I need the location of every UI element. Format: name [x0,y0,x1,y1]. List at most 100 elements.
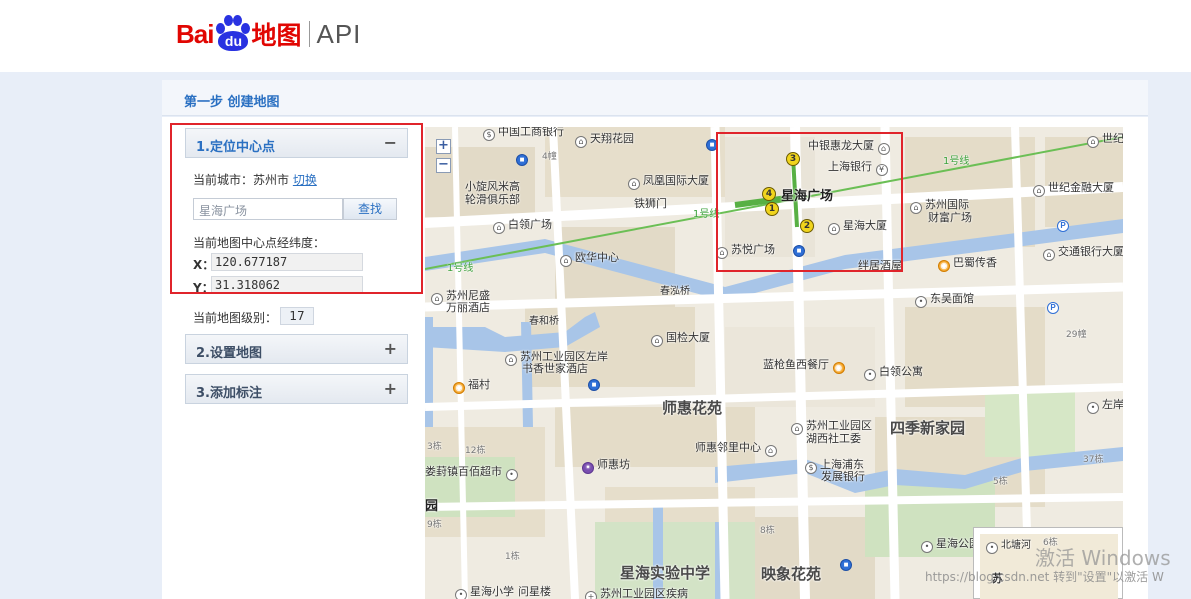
map-label[interactable]: ⌂ 白领广场 [493,216,552,234]
windows-activation-watermark: 激活 Windows [1035,546,1171,570]
map-label-school: 星海实验中学 [620,564,711,582]
map-label[interactable]: ⌂ 世纪金融大厦 [1033,179,1114,197]
map-label[interactable]: ⌂ 欧华中心 [560,249,619,267]
baidu-map-logo[interactable]: Bai du 地图 API [176,8,361,60]
map-label[interactable]: • 星海公园 [921,535,980,553]
metro-line-label: 1号线 [447,263,474,274]
building-icon: ⌂ [560,255,572,267]
collapse-icon[interactable]: − [384,133,397,152]
map-label: 万丽酒店 [446,301,490,314]
map-canvas[interactable]: + − 3 4 1 2 $ 中国工商银行 ⌂ 天翔花园 中银惠龙大厦 ⌂ ⌂ 世纪 4… [425,127,1123,599]
zoom-in-button[interactable]: + [436,139,451,154]
bank-icon: ¥ [875,164,888,176]
map-label[interactable]: ◉ 巴蜀传香 [938,254,997,272]
step-bar: 第一步 创建地图 [162,80,1148,116]
map-label[interactable]: ⌂ 天翔花园 [575,130,634,148]
logo-api-text: API [316,18,362,49]
map-label: 1栋 [505,552,520,562]
road-label: 春和桥 [529,316,559,327]
map-label: 园 [425,499,439,514]
building-icon: ⌂ [628,178,640,190]
current-city-label: 当前城市：苏州市 [193,173,290,187]
bus-stop-icon[interactable]: ■ [706,139,718,151]
map-label[interactable]: • 师惠坊 [582,456,630,474]
parking-icon[interactable]: P [1047,302,1059,314]
metro-line-label: 1号线 [943,156,970,167]
building-icon: ⌂ [1087,136,1099,148]
hospital-icon: + [585,591,597,599]
map-label-district: 映象花苑 [761,565,822,583]
place-icon: • [921,541,933,553]
building-icon: ⌂ [431,293,443,305]
switch-city-link[interactable]: 切换 [293,173,317,187]
map-label[interactable]: • 东吴面馆 [915,290,974,308]
expand-icon[interactable]: + [384,339,397,358]
map-label[interactable]: 蓝枪鱼西餐厅 ◉ [763,356,848,374]
header: Bai du 地图 API [0,0,1191,72]
paw-icon: du [214,14,251,54]
latitude-field[interactable]: 31.318062 [211,276,363,294]
bus-stop-icon[interactable]: ■ [588,379,600,391]
expand-icon[interactable]: + [384,379,397,398]
metro-station-1[interactable]: 1 [765,202,779,216]
map-label[interactable]: ⌂ 交通银行大厦 [1043,243,1123,261]
place-icon: • [1087,402,1099,414]
parking-icon[interactable]: P [1057,220,1069,232]
map-label: 轮滑俱乐部 [465,193,520,206]
map-label[interactable]: ⌂ 世纪 [1087,130,1123,148]
map-label[interactable]: ⌂ 国检大厦 [651,329,710,347]
map-label: 5栋 [993,477,1008,487]
map-label[interactable]: • 星海小学 [455,583,514,599]
map-label[interactable]: • 白领公寓 [864,363,923,381]
search-input[interactable]: 星海广场 [193,198,343,220]
section-set-map-title: 2.设置地图 [196,346,262,361]
zoom-out-button[interactable]: − [436,158,451,173]
overview-label: • 北塘河 [986,536,1031,554]
section-add-marker-title: 3.添加标注 [196,386,262,401]
map-label: 8栋 [760,526,775,536]
search-button[interactable]: 查找 [343,198,397,220]
map-label: 问星楼 [518,585,551,598]
map-label[interactable]: 娄葑镇百佰超市 • [425,463,521,481]
map-label-district: 四季新家园 [890,419,966,437]
section-add-marker-header[interactable]: 3.添加标注 + [185,374,408,404]
section-set-map-header[interactable]: 2.设置地图 + [185,334,408,364]
building-icon: ⌂ [575,136,587,148]
current-city: 当前城市：苏州市 切换 [193,171,317,188]
map-label: 3栋 [427,442,442,452]
step-title: 第一步 创建地图 [184,95,280,110]
map-label-station[interactable]: 星海广场 [781,185,833,204]
map-label[interactable]: • 左岸 [1087,396,1123,414]
map-label[interactable]: 师惠邻里中心 ⌂ [695,439,780,457]
map-label: 财富广场 [928,211,972,224]
map-label[interactable]: 上海银行 ¥ [828,158,891,176]
logo-ditu-text: 地图 [251,21,302,50]
metro-station-4[interactable]: 4 [762,187,776,201]
building-icon: ⌂ [791,423,803,435]
map-label: 书香世家酒店 [522,362,588,375]
map-label: 发展银行 [821,470,865,483]
map-label[interactable]: $ 中国工商银行 [483,127,564,141]
map-label[interactable]: ◉ 福村 [453,376,490,394]
road-label: 春泓桥 [660,286,690,297]
logo-divider [309,21,311,47]
metro-station-2[interactable]: 2 [800,219,814,233]
metro-station-3[interactable]: 3 [786,152,800,166]
section-locate-center-header[interactable]: 1.定位中心点 − [185,128,408,158]
shop-icon: • [505,469,518,481]
building-icon: ⌂ [651,335,663,347]
bank-icon: $ [805,462,817,474]
building-icon: ⌂ [910,202,922,214]
bus-stop-icon[interactable]: ■ [516,154,528,166]
bus-stop-icon[interactable]: ■ [840,559,852,571]
map-label[interactable]: + 苏州工业园区疾病 [585,585,688,599]
map-label[interactable]: 中银惠龙大厦 ⌂ [808,137,893,155]
bus-stop-icon[interactable]: ■ [793,245,805,257]
map-label: 29幢 [1066,330,1087,340]
map-label[interactable]: ⌂ 苏悦广场 [716,241,775,259]
map-label[interactable]: ⌂ 星海大厦 [828,217,887,235]
map-label[interactable]: ⌂ 凤凰国际大厦 [628,172,709,190]
building-icon: ⌂ [505,354,517,366]
longitude-field[interactable]: 120.677187 [211,253,363,271]
building-icon: ⌂ [1043,249,1055,261]
